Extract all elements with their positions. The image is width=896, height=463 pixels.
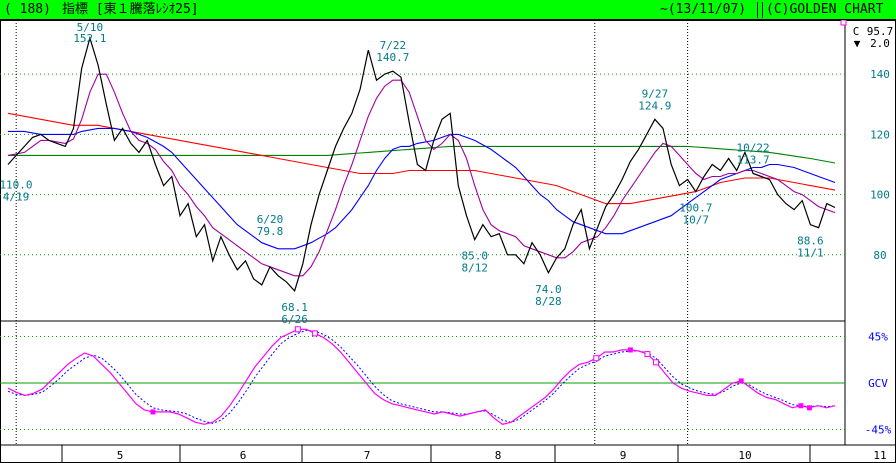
stock-code: ( 188): [4, 2, 51, 17]
annotation-label: 124.9: [638, 99, 671, 112]
y-tick-label-lower: -45%: [865, 424, 892, 437]
oscillator-marker-filled: [806, 405, 812, 411]
oscillator-marker-open: [840, 20, 847, 26]
header-divider: [757, 2, 758, 18]
chart-frame: [0, 20, 896, 463]
chart-canvas: 1401201008045%GCV-45%5 6 7 8 9 10 115/10152.17…: [0, 20, 896, 463]
oscillator-marker-open: [652, 359, 659, 366]
oscillator-marker-filled: [627, 347, 633, 353]
chart-header: ( 188) 指標 [東１騰落ﾚｼｵ25] ~(13/11/07) (C)GOL…: [0, 0, 896, 20]
ma-mid-line: [8, 127, 836, 250]
oscillator-marker-open: [644, 351, 651, 358]
oscillator-marker-open: [294, 326, 301, 333]
x-tick-label: 6: [240, 449, 247, 462]
annotation-label: 4/19: [3, 190, 30, 203]
annotation-label: 11/1: [797, 247, 824, 260]
y-tick-label-upper: 120: [870, 128, 890, 141]
oscillator-marker-open: [593, 355, 600, 362]
x-tick-label: 7: [364, 449, 371, 462]
ma-short-line: [7, 73, 836, 277]
y-tick-label-upper: 140: [870, 68, 890, 81]
y-tick-label-lower: GCV: [868, 377, 888, 390]
y-tick-label-upper: 80: [873, 249, 886, 262]
ma-verylong-line: [8, 145, 836, 164]
brand-label: (C)GOLDEN CHART: [766, 2, 884, 17]
annotation-label: 8/28: [535, 295, 562, 308]
annotation-label: 8/12: [461, 262, 488, 275]
annotation-label: 10/7: [683, 214, 710, 227]
oscillator-marker-filled: [150, 409, 156, 415]
oscillator-marker-filled: [798, 403, 804, 409]
x-tick-label: 10: [738, 449, 751, 462]
annotation-label: 140.7: [376, 51, 409, 64]
y-tick-label-upper: 100: [870, 189, 890, 202]
oscillator-line: [7, 328, 836, 425]
header-divider: [762, 2, 763, 18]
x-tick-label: 9: [620, 449, 627, 462]
oscillator-marker-open: [311, 330, 318, 337]
readout-change-value: 2.0: [870, 37, 890, 50]
annotation-label: 152.1: [73, 32, 106, 45]
annotation-label: 113.7: [737, 154, 770, 167]
date-range: ~(13/11/07): [660, 2, 747, 17]
price-line: [7, 35, 836, 293]
x-tick-label: 5: [117, 449, 124, 462]
readout-change-symbol: ▼: [854, 37, 861, 50]
oscillator-marker-filled: [738, 378, 744, 384]
y-tick-label-lower: 45%: [868, 331, 888, 344]
annotation-label: 79.8: [257, 225, 284, 238]
indicator-title: 指標 [東１騰落ﾚｼｵ25]: [62, 2, 199, 17]
oscillator-signal-line: [7, 329, 836, 424]
annotation-label: 6/26: [281, 313, 308, 326]
x-tick-label: 11: [873, 449, 886, 462]
x-tick-label: 8: [495, 449, 502, 462]
